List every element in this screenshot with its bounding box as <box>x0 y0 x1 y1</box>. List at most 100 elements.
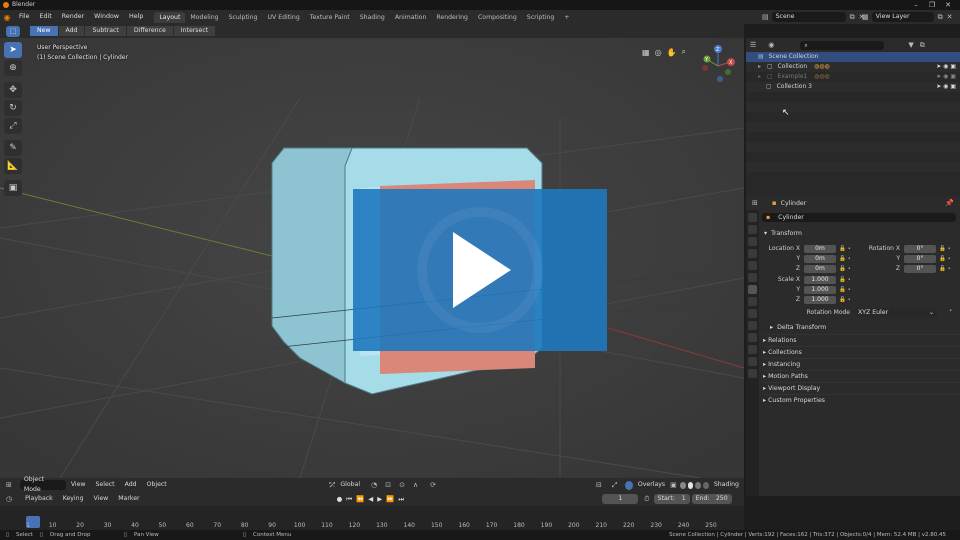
rotation-z-field[interactable]: 0° <box>904 265 936 273</box>
mode-difference-button[interactable]: Difference <box>126 26 173 36</box>
new-collection-icon[interactable]: ⧉ <box>920 41 925 50</box>
orientation-dropdown[interactable]: Global <box>335 478 365 492</box>
pan-view-hand-icon[interactable]: ✋ <box>667 48 677 57</box>
panel-custom-properties[interactable]: ▸ Custom Properties <box>763 394 959 406</box>
editor-type-icon[interactable]: ⊞ <box>6 481 12 489</box>
panel-motion-paths[interactable]: ▸ Motion Paths <box>763 370 959 382</box>
scene-field[interactable]: Scene <box>771 12 846 22</box>
jump-start-icon[interactable]: ⏮ <box>346 495 352 504</box>
visibility-icon[interactable]: ⊟ <box>596 481 602 489</box>
outliner-search-input[interactable]: ⌕ <box>800 40 885 50</box>
tab-layout[interactable]: Layout <box>154 12 186 23</box>
prev-keyframe-icon[interactable]: ⏪ <box>356 495 364 503</box>
menu-keying[interactable]: Keying <box>58 492 89 506</box>
outliner-row-example1[interactable]: ▸ ▢ Example1 ◍◍◍ ➤ ◉ ▣ <box>746 72 960 82</box>
collection-3-visibility-icons[interactable]: ➤ ◉ ▣ <box>936 82 956 92</box>
pin-icon[interactable]: 📌 <box>945 199 954 207</box>
add-workspace-button[interactable]: + <box>559 12 574 23</box>
mode-subtract-button[interactable]: Subtract <box>85 26 126 36</box>
panel-relations[interactable]: ▸ Relations <box>763 334 959 346</box>
snap-icon[interactable]: ⊡ <box>385 481 391 489</box>
world-tab-icon[interactable] <box>748 273 757 282</box>
zoom-view-icon[interactable]: ⌕ <box>682 47 686 57</box>
tab-texture-paint[interactable]: Texture Paint <box>305 12 355 23</box>
output-tab-icon[interactable] <box>748 237 757 246</box>
menu-timeline-view[interactable]: View <box>89 492 114 506</box>
rotation-y-field[interactable]: 0° <box>904 255 936 263</box>
menu-object[interactable]: Object <box>142 478 172 492</box>
scale-y-field[interactable]: 1.000 <box>804 286 836 294</box>
video-play-overlay[interactable] <box>353 189 607 351</box>
menu-add[interactable]: Add <box>120 478 142 492</box>
shading-dropdown[interactable]: Shading <box>709 478 744 492</box>
view-layer-browse-icon[interactable]: ⧉ <box>938 13 943 22</box>
move-tool-icon[interactable]: ✥ <box>4 82 22 98</box>
minimize-icon[interactable]: – <box>908 0 924 10</box>
record-icon[interactable]: ● <box>337 495 343 503</box>
outliner-editor-icon[interactable]: ☰ <box>750 41 756 49</box>
location-lock-icons[interactable]: 🔓 • 🔓 • 🔓 • <box>839 244 851 274</box>
scale-x-field[interactable]: 1.000 <box>804 276 836 284</box>
gizmos-icon[interactable]: ⤢ <box>612 481 618 490</box>
transform-panel-header[interactable]: ▾ Transform <box>764 228 802 240</box>
physics-tab-icon[interactable] <box>748 321 757 330</box>
tab-scripting[interactable]: Scripting <box>522 12 560 23</box>
cursor-tool-icon[interactable]: ⊕ <box>4 60 22 76</box>
menu-select[interactable]: Select <box>91 478 120 492</box>
tab-shading[interactable]: Shading <box>355 12 390 23</box>
overlays-dropdown[interactable]: Overlays <box>633 478 670 492</box>
outliner-row-collection-3[interactable]: ▢ Collection 3 ➤ ◉ ▣ <box>746 82 960 92</box>
particles-tab-icon[interactable] <box>748 309 757 318</box>
next-keyframe-icon[interactable]: ⏩ <box>386 495 394 503</box>
tab-modeling[interactable]: Modeling <box>185 12 223 23</box>
toggle-camera-icon[interactable]: ▦ <box>642 48 650 57</box>
mode-intersect-button[interactable]: Intersect <box>173 26 216 36</box>
end-frame-field[interactable]: End: 250 <box>691 494 732 504</box>
annotate-tool-icon[interactable]: ✎ <box>4 140 22 156</box>
wireframe-shading-icon[interactable] <box>679 481 686 489</box>
example1-visibility-icons[interactable]: ➤ ◉ ▣ <box>936 72 956 82</box>
panel-instancing[interactable]: ▸ Instancing <box>763 358 959 370</box>
display-mode-icon[interactable]: ◉ <box>768 41 774 49</box>
location-x-field[interactable]: 0m <box>804 245 836 253</box>
play-icon[interactable] <box>353 189 607 351</box>
add-cube-tool-icon[interactable]: ▣ <box>4 180 22 196</box>
tab-sculpting[interactable]: Sculpting <box>224 12 263 23</box>
mode-add-button[interactable]: Add <box>58 26 85 36</box>
modifier-tab-icon[interactable] <box>748 297 757 306</box>
current-frame-field[interactable]: 1 <box>602 494 639 504</box>
solid-shading-icon[interactable] <box>687 481 694 489</box>
object-name-field[interactable]: ▪ Cylinder <box>762 213 956 222</box>
gizmo-toggle-icon[interactable]: ⟳ <box>430 481 436 489</box>
close-icon[interactable]: ✕ <box>940 0 956 10</box>
rotation-lock-icons[interactable]: 🔓 • 🔓 • 🔓 • <box>939 244 951 274</box>
location-z-field[interactable]: 0m <box>804 265 836 273</box>
material-tab-icon[interactable] <box>748 357 757 366</box>
measure-tool-icon[interactable]: 📐 <box>4 158 22 174</box>
falloff-icon[interactable]: ∧ <box>413 481 418 489</box>
select-tool-icon[interactable]: ➤ <box>4 42 22 58</box>
properties-editor-icon[interactable]: ⊞ <box>752 199 758 207</box>
menu-help[interactable]: Help <box>124 10 148 24</box>
scene-browse-icon[interactable]: ⧉ <box>850 13 855 22</box>
outliner-row-collection[interactable]: ▸ ▢ Collection ◍◍◍ ➤ ◉ ▣ <box>746 62 960 72</box>
menu-window[interactable]: Window <box>89 10 124 24</box>
play-reverse-icon[interactable]: ◀ <box>368 495 373 503</box>
menu-file[interactable]: File <box>14 10 35 24</box>
select-box-tool-icon[interactable]: ⬚ <box>6 25 20 37</box>
scene-tab-icon[interactable] <box>748 261 757 270</box>
rotate-tool-icon[interactable]: ↻ <box>4 100 22 116</box>
expand-icon[interactable]: ▸ <box>758 73 761 80</box>
filter-icon[interactable]: ▼ <box>908 41 913 49</box>
menu-view[interactable]: View <box>66 478 91 492</box>
camera-view-icon[interactable]: ◎ <box>655 48 662 57</box>
texture-tab-icon[interactable] <box>748 369 757 378</box>
collection-visibility-icons[interactable]: ➤ ◉ ▣ <box>936 62 956 72</box>
object-mode-dropdown[interactable]: Object Mode <box>19 476 66 493</box>
scale-lock-icons[interactable]: 🔓 • 🔓 • 🔓 • <box>839 275 851 305</box>
proportional-edit-icon[interactable]: ⊙ <box>399 481 405 489</box>
scale-tool-icon[interactable]: ⤢ <box>4 118 22 134</box>
play-icon[interactable]: ▶ <box>377 495 382 503</box>
menu-render[interactable]: Render <box>57 10 89 24</box>
constraints-tab-icon[interactable] <box>748 333 757 342</box>
